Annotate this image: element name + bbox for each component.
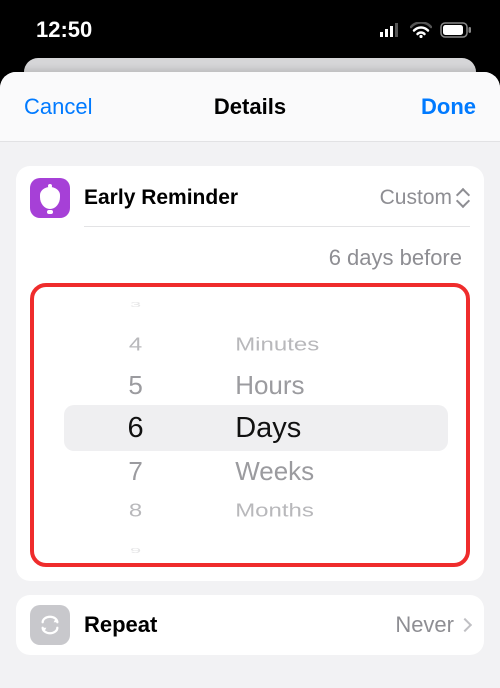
repeat-row[interactable]: Repeat Never <box>16 595 484 655</box>
bell-icon <box>30 178 70 218</box>
updown-icon <box>458 190 470 206</box>
picker-unit-option[interactable]: Months <box>235 496 458 526</box>
picker-unit-option[interactable]: Minutes <box>235 330 458 360</box>
done-button[interactable]: Done <box>421 94 476 120</box>
early-reminder-label: Early Reminder <box>84 186 366 210</box>
early-reminder-mode: Custom <box>380 186 452 210</box>
sheet-header: Cancel Details Done <box>0 72 500 142</box>
repeat-label: Repeat <box>84 612 381 638</box>
picker-number-selected[interactable]: 6 <box>42 405 229 451</box>
page-title: Details <box>214 94 286 120</box>
early-reminder-mode-picker[interactable]: Custom <box>380 186 470 210</box>
cancel-button[interactable]: Cancel <box>24 94 92 120</box>
picker-unit-selected[interactable]: Days <box>235 405 458 451</box>
status-bar: 12:50 <box>0 0 500 60</box>
picker-number-option[interactable]: 3 <box>42 298 229 312</box>
repeat-value: Never <box>395 612 454 638</box>
early-reminder-row[interactable]: Early Reminder Custom <box>30 178 470 226</box>
chevron-right-icon <box>458 618 472 632</box>
repeat-value-button[interactable]: Never <box>395 612 470 638</box>
early-reminder-card: Early Reminder Custom 6 days before 3 4 <box>16 166 484 581</box>
sheet-body: Early Reminder Custom 6 days before 3 4 <box>0 142 500 688</box>
picker-column-number[interactable]: 3 4 5 6 7 8 9 <box>42 297 229 559</box>
picker-number-option[interactable]: 7 <box>42 451 229 491</box>
early-reminder-summary: 6 days before <box>30 227 470 283</box>
custom-picker[interactable]: 3 4 5 6 7 8 9 . Minutes Hours Day <box>42 297 458 559</box>
picker-unit-option[interactable]: Hours <box>235 365 458 405</box>
picker-column-unit[interactable]: . Minutes Hours Days Weeks Months . <box>229 297 458 559</box>
picker-number-option[interactable]: 5 <box>42 365 229 405</box>
picker-unit-option[interactable]: Weeks <box>235 451 458 491</box>
battery-icon <box>440 22 472 38</box>
picker-number-option[interactable]: 8 <box>42 496 229 526</box>
wifi-icon <box>410 22 432 38</box>
status-indicators <box>380 22 472 38</box>
picker-number-option[interactable]: 4 <box>42 330 229 360</box>
cellular-icon <box>380 23 402 37</box>
repeat-icon <box>30 605 70 645</box>
picker-highlight-box: 3 4 5 6 7 8 9 . Minutes Hours Day <box>30 283 470 567</box>
picker-number-option[interactable]: 9 <box>42 544 229 558</box>
details-sheet: Cancel Details Done Early Reminder Custo… <box>0 72 500 688</box>
status-time: 12:50 <box>36 17 92 43</box>
